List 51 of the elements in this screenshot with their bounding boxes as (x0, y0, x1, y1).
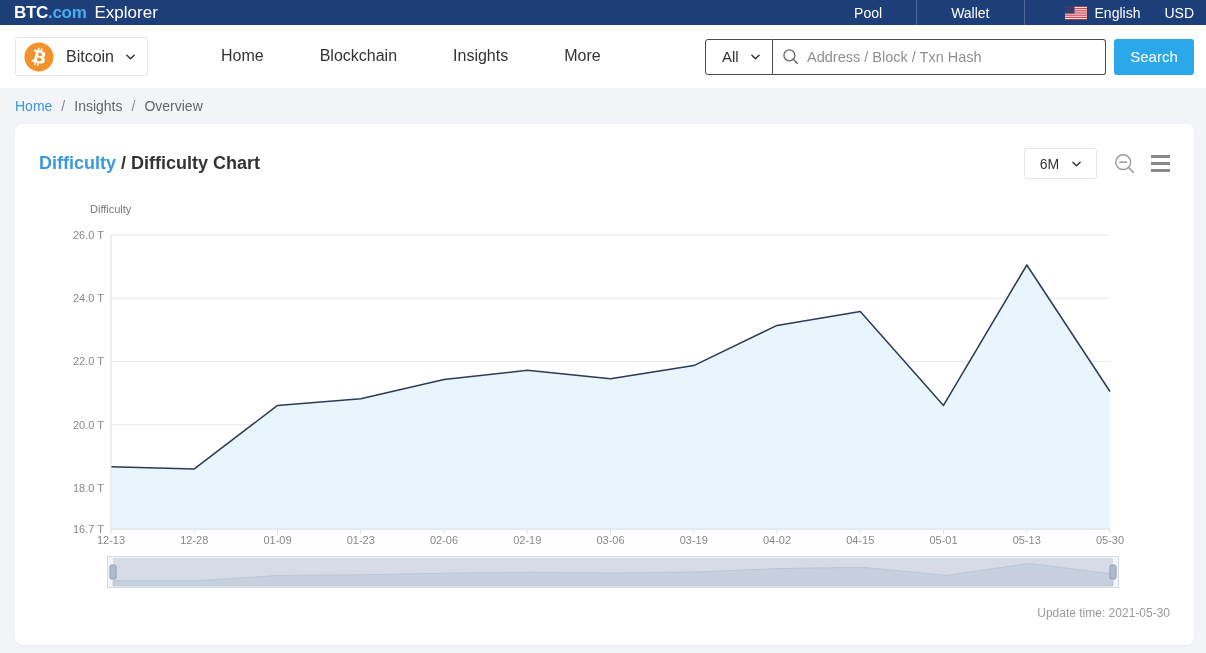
nav-link[interactable]: Home (221, 44, 264, 69)
breadcrumb-item[interactable]: Insights (74, 98, 123, 114)
logo-product-name[interactable]: Explorer (94, 2, 158, 23)
x-tick-label: 12-28 (180, 534, 209, 546)
us-flag-icon (1064, 5, 1087, 20)
search-field[interactable]: Address / Block / Txn Hash (773, 38, 1106, 75)
bitcoin-icon (24, 41, 54, 72)
logo-wordmark[interactable]: BTC.com (14, 2, 87, 23)
scope-select[interactable]: All (705, 38, 773, 75)
caret-icon (1072, 160, 1082, 167)
y-tick-label: 24.0 T (73, 292, 104, 305)
x-tick-label: 02-06 (429, 534, 459, 546)
nav-link[interactable]: Insights (453, 44, 509, 69)
currency-link[interactable]: USD (1164, 4, 1194, 21)
period-select[interactable]: 6M (1024, 148, 1097, 179)
coin-select[interactable]: Bitcoin (15, 37, 148, 76)
search-icon (783, 49, 798, 64)
x-tick-label: 03-06 (596, 534, 625, 546)
language-link[interactable]: English (1094, 4, 1141, 21)
update-time: Update time: 2021-05-30 (1037, 606, 1170, 620)
nav-link[interactable]: Blockchain (319, 44, 398, 69)
chart-title: Difficulty Chart (131, 153, 261, 174)
nav-link[interactable]: More (564, 44, 601, 69)
range-handle[interactable] (109, 564, 117, 580)
x-tick-label: 03-19 (679, 534, 708, 546)
y-tick-label: 26.0 T (73, 229, 104, 241)
x-tick-label: 12-13 (96, 534, 126, 546)
y-tick-label: 16.7 T (73, 523, 104, 535)
x-tick-label: 05-01 (929, 534, 958, 546)
breadcrumb-item[interactable]: Overview (144, 98, 203, 114)
menu-icon[interactable] (1151, 155, 1170, 172)
breadcrumb-separator: / (131, 98, 136, 114)
caret-icon (750, 53, 760, 60)
caret-icon (126, 53, 135, 60)
y-axis-title: Difficulty (90, 203, 132, 215)
x-tick-label: 04-02 (762, 534, 792, 546)
x-tick-label: 02-19 (513, 534, 542, 546)
x-tick-label: 04-15 (846, 534, 875, 546)
y-tick-label: 22.0 T (73, 355, 104, 368)
x-tick-label: 01-23 (346, 534, 375, 546)
search-input[interactable]: Address / Block / Txn Hash (807, 39, 1105, 74)
x-tick-label: 05-30 (1095, 534, 1125, 546)
title-separator: / (121, 153, 127, 174)
x-tick-label: 05-13 (1012, 534, 1041, 546)
x-tick-label: 01-09 (263, 534, 292, 546)
breadcrumb-separator: / (61, 98, 66, 114)
range-handle[interactable] (1109, 564, 1117, 580)
y-tick-label: 20.0 T (73, 418, 104, 431)
y-tick-label: 18.0 T (73, 481, 104, 494)
zoom-out-icon[interactable] (1115, 154, 1134, 173)
top-link[interactable]: Pool (820, 0, 917, 25)
